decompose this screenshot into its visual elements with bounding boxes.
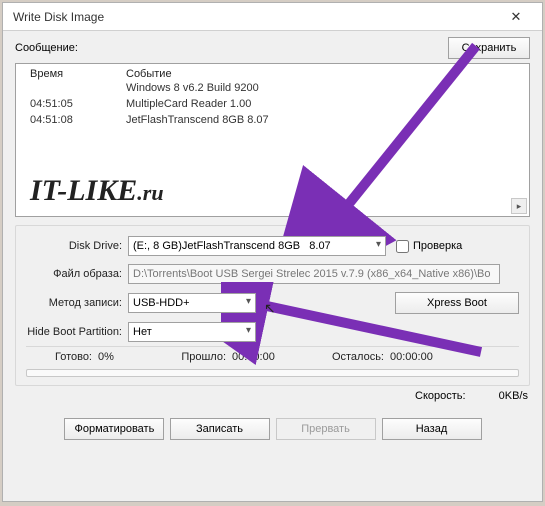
image-file-label: Файл образа: [26,268,128,280]
write-method-select[interactable] [128,293,256,313]
log-row: 04:51:05 MultipleCard Reader 1.00 [30,98,523,114]
titlebar: Write Disk Image ✕ [3,3,542,31]
close-icon[interactable]: ✕ [496,6,536,28]
image-file-field[interactable] [128,264,500,284]
write-method-label: Метод записи: [26,297,128,309]
log-panel: Время Событие Windows 8 v6.2 Build 9200 … [15,63,530,217]
remain-label: Осталось: [310,351,390,363]
done-label: Готово: [26,351,98,363]
scroll-right-icon[interactable]: ▸ [511,198,527,214]
dialog-window: Write Disk Image ✕ Сообщение: Сохранить … [2,2,543,502]
disk-drive-label: Disk Drive: [26,240,128,252]
save-button[interactable]: Сохранить [448,37,530,59]
remain-value: 00:00:00 [390,351,450,363]
log-col-time: Время [30,68,126,80]
elapsed-label: Прошло: [154,351,232,363]
hide-boot-label: Hide Boot Partition: [26,326,128,338]
done-value: 0% [98,351,154,363]
window-title: Write Disk Image [13,10,496,24]
elapsed-value: 00:00:00 [232,351,310,363]
speed-label: Скорость: [415,390,466,402]
progress-section: Готово: 0% Прошло: 00:00:00 Осталось: 00… [26,351,519,377]
log-col-event: Событие [126,68,523,80]
options-frame: Disk Drive: Проверка Файл образа: Мет [15,225,530,386]
disk-drive-select[interactable] [128,236,386,256]
format-button[interactable]: Форматировать [64,418,164,440]
abort-button: Прервать [276,418,376,440]
progress-bar [26,369,519,377]
message-label: Сообщение: [15,42,448,54]
log-row: 04:51:08 JetFlashTranscend 8GB 8.07 [30,114,523,130]
watermark-logo: IT-LIKE.ru [30,174,164,208]
write-button[interactable]: Записать [170,418,270,440]
log-row: Windows 8 v6.2 Build 9200 [30,82,523,98]
speed-row: Скорость: 0KB/s [15,386,530,410]
hide-boot-select[interactable] [128,322,256,342]
back-button[interactable]: Назад [382,418,482,440]
mouse-cursor-icon: ↖ [264,300,276,317]
speed-value: 0KB/s [499,390,528,402]
footer-buttons: Форматировать Записать Прервать Назад [15,418,530,440]
xpress-boot-button[interactable]: Xpress Boot [395,292,519,314]
verify-checkbox[interactable]: Проверка [396,240,462,253]
verify-checkbox-input[interactable] [396,240,409,253]
